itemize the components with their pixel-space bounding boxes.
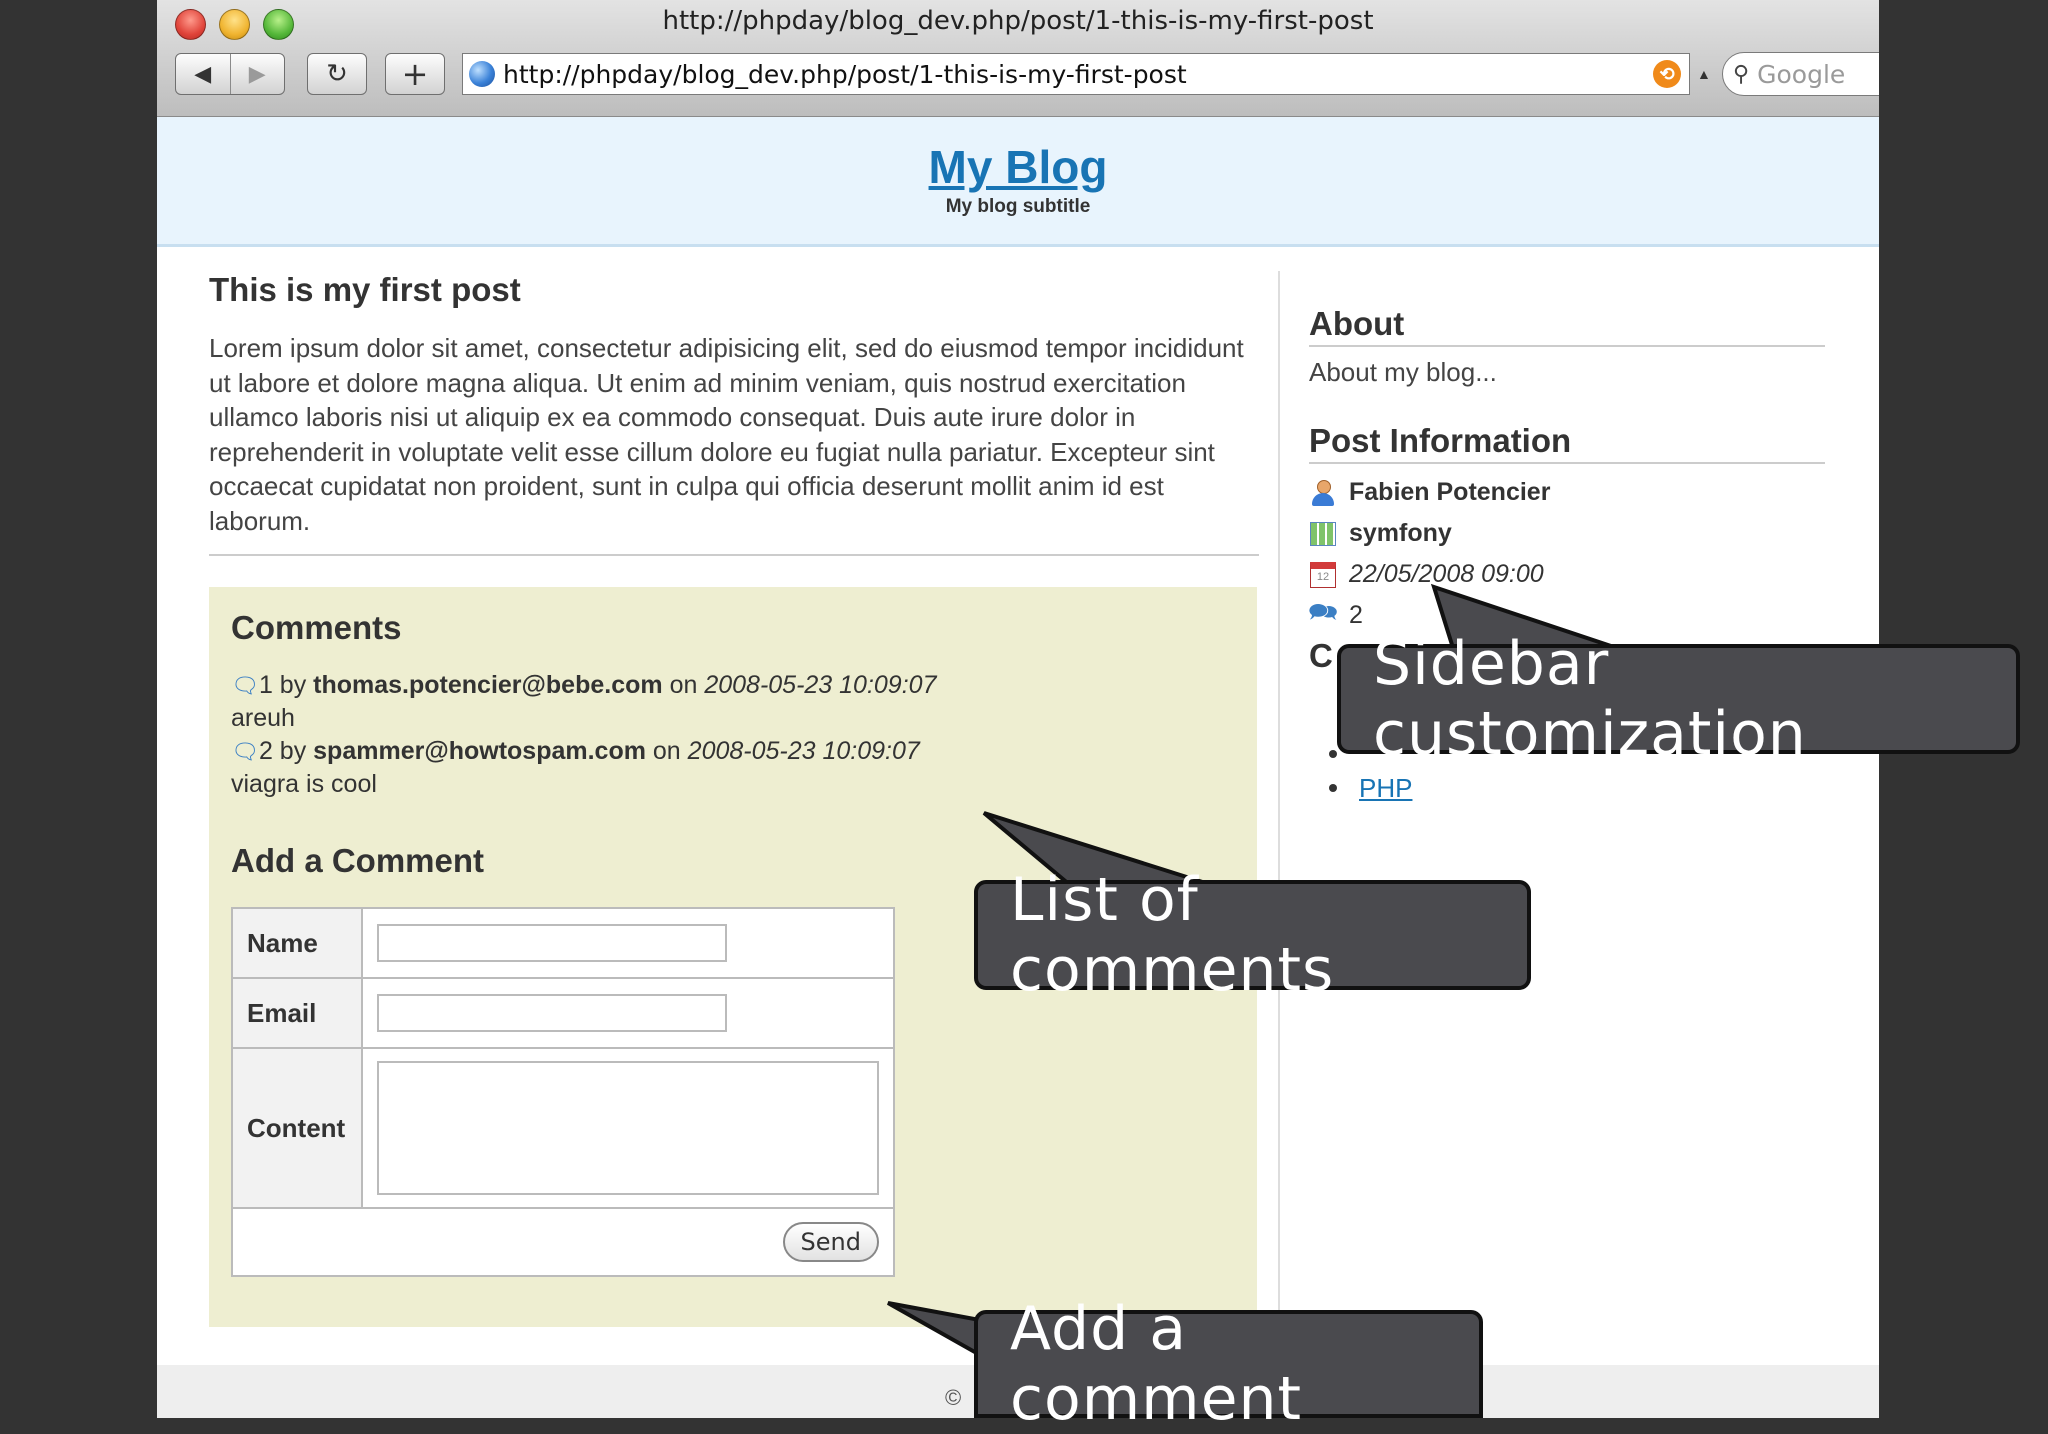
callout-sidebar-customization: Sidebar customization — [1337, 629, 2020, 769]
callout-list-of-comments: List of comments — [974, 865, 1531, 1005]
callout-add-a-comment: Add a comment — [974, 1294, 1483, 1434]
callout-pointer-add — [887, 1301, 982, 1359]
